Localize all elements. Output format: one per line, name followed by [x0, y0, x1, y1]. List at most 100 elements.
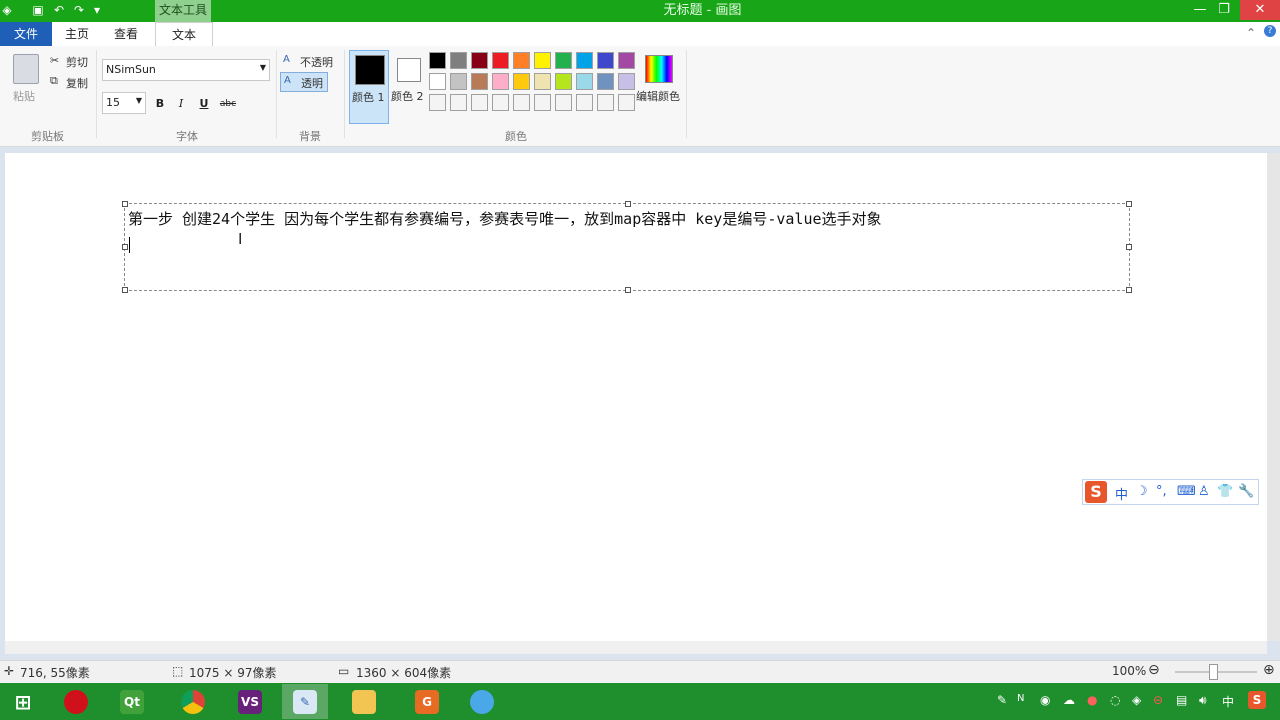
- opaque-button[interactable]: A 不透明: [282, 52, 338, 70]
- copy-button[interactable]: 复制: [66, 75, 88, 91]
- palette-color-swatch[interactable]: [429, 73, 446, 90]
- palette-color-swatch[interactable]: [576, 73, 593, 90]
- edit-colors-button[interactable]: 编辑颜色: [636, 88, 680, 104]
- collapse-ribbon-icon[interactable]: ⌃: [1246, 26, 1256, 40]
- palette-color-swatch[interactable]: [450, 52, 467, 69]
- taskbar-paint[interactable]: ✎: [282, 684, 328, 719]
- resize-handle-n[interactable]: [625, 201, 631, 207]
- palette-color-swatch[interactable]: [555, 52, 572, 69]
- color1-button[interactable]: 颜色 1: [349, 50, 389, 124]
- tab-file[interactable]: 文件: [0, 22, 52, 46]
- taskbar-wps[interactable]: G: [404, 684, 450, 719]
- palette-color-swatch[interactable]: [513, 94, 530, 111]
- paste-button[interactable]: 粘贴: [13, 88, 35, 104]
- tab-view[interactable]: 查看: [108, 22, 144, 46]
- taskbar-file-explorer[interactable]: [341, 684, 387, 719]
- palette-color-swatch[interactable]: [555, 73, 572, 90]
- edit-colors-icon[interactable]: [645, 55, 673, 83]
- tray-shield-icon[interactable]: ◈: [1132, 693, 1141, 707]
- bold-button[interactable]: B: [152, 96, 168, 112]
- color2-button[interactable]: 颜色 2: [391, 50, 425, 122]
- font-size-select[interactable]: 15 ▼: [102, 92, 146, 114]
- ime-chinese-mode[interactable]: 中: [1115, 484, 1128, 503]
- text-box[interactable]: 第一步 创建24个学生 因为每个学生都有参赛编号，参赛表号唯一，放到map容器中…: [122, 201, 1132, 293]
- resize-handle-nw[interactable]: [122, 201, 128, 207]
- resize-handle-w[interactable]: [122, 244, 128, 250]
- palette-color-swatch[interactable]: [492, 73, 509, 90]
- palette-color-swatch[interactable]: [492, 52, 509, 69]
- canvas-text[interactable]: 第一步 创建24个学生 因为每个学生都有参赛编号，参赛表号唯一，放到map容器中…: [128, 208, 882, 229]
- tray-sogou-icon[interactable]: S: [1248, 691, 1266, 709]
- tray-app-icon[interactable]: ◌: [1110, 693, 1120, 707]
- tab-text[interactable]: 文本: [155, 22, 213, 48]
- palette-color-swatch[interactable]: [555, 94, 572, 111]
- taskbar-qq[interactable]: [459, 684, 505, 719]
- palette-color-swatch[interactable]: [513, 73, 530, 90]
- font-family-select[interactable]: NSimSun ▼: [102, 59, 270, 81]
- close-button[interactable]: ✕: [1240, 0, 1280, 20]
- transparent-button[interactable]: A 透明: [280, 72, 328, 92]
- tab-home[interactable]: 主页: [60, 22, 94, 46]
- ime-user-icon[interactable]: ♙: [1198, 484, 1210, 499]
- palette-color-swatch[interactable]: [597, 52, 614, 69]
- zoom-slider-thumb[interactable]: [1209, 664, 1218, 680]
- palette-color-swatch[interactable]: [534, 52, 551, 69]
- palette-color-swatch[interactable]: [471, 73, 488, 90]
- palette-color-swatch[interactable]: [429, 94, 446, 111]
- palette-color-swatch[interactable]: [429, 52, 446, 69]
- tray-sync-icon[interactable]: ◉: [1040, 693, 1050, 707]
- clipboard-icon[interactable]: [13, 54, 39, 84]
- tray-network-icon[interactable]: N: [1017, 693, 1024, 704]
- resize-handle-sw[interactable]: [122, 287, 128, 293]
- palette-color-swatch[interactable]: [471, 94, 488, 111]
- palette-color-swatch[interactable]: [513, 52, 530, 69]
- resize-handle-s[interactable]: [625, 287, 631, 293]
- sogou-logo-icon[interactable]: S: [1085, 481, 1107, 503]
- palette-color-swatch[interactable]: [492, 94, 509, 111]
- palette-color-swatch[interactable]: [576, 94, 593, 111]
- palette-color-swatch[interactable]: [576, 52, 593, 69]
- palette-color-swatch[interactable]: [597, 94, 614, 111]
- tray-pen-icon[interactable]: ✎: [997, 693, 1007, 707]
- palette-color-swatch[interactable]: [597, 73, 614, 90]
- tray-block-icon[interactable]: ⊖: [1153, 693, 1163, 707]
- zoom-out-icon[interactable]: ⊖: [1148, 662, 1160, 678]
- vertical-scrollbar[interactable]: [1267, 153, 1280, 641]
- resize-handle-ne[interactable]: [1126, 201, 1132, 207]
- maximize-button[interactable]: ❐: [1212, 0, 1236, 20]
- palette-color-swatch[interactable]: [618, 73, 635, 90]
- help-icon[interactable]: ?: [1264, 25, 1276, 37]
- ime-punctuation-icon[interactable]: °,: [1156, 484, 1167, 499]
- palette-color-swatch[interactable]: [450, 94, 467, 111]
- strikethrough-button[interactable]: abc: [218, 96, 238, 112]
- palette-color-swatch[interactable]: [471, 52, 488, 69]
- italic-button[interactable]: I: [173, 96, 189, 112]
- tray-wifi-icon[interactable]: ▤: [1176, 693, 1187, 707]
- ime-skin-icon[interactable]: 👕: [1217, 484, 1233, 499]
- underline-button[interactable]: U: [196, 96, 212, 112]
- minimize-button[interactable]: —: [1188, 0, 1212, 20]
- resize-handle-e[interactable]: [1126, 244, 1132, 250]
- cut-button[interactable]: 剪切: [66, 54, 88, 70]
- ime-halfwidth-icon[interactable]: ☽: [1136, 484, 1148, 499]
- taskbar-qt-creator[interactable]: Qt: [109, 684, 155, 719]
- tray-volume-icon[interactable]: 🔊︎: [1199, 693, 1207, 708]
- palette-color-swatch[interactable]: [618, 52, 635, 69]
- palette-color-swatch[interactable]: [534, 73, 551, 90]
- tray-record-icon[interactable]: ●: [1087, 693, 1097, 707]
- taskbar-visual-studio[interactable]: VS: [227, 684, 273, 719]
- zoom-in-icon[interactable]: ⊕: [1263, 662, 1275, 678]
- taskbar-chrome[interactable]: [170, 684, 216, 719]
- palette-color-swatch[interactable]: [618, 94, 635, 111]
- tray-ime-indicator[interactable]: 中: [1222, 693, 1234, 710]
- palette-color-swatch[interactable]: [450, 73, 467, 90]
- tray-chat-icon[interactable]: ☁: [1063, 693, 1075, 707]
- ime-keyboard-icon[interactable]: ⌨: [1177, 484, 1196, 499]
- palette-color-swatch[interactable]: [534, 94, 551, 111]
- ime-settings-icon[interactable]: 🔧: [1238, 484, 1254, 499]
- horizontal-scrollbar[interactable]: [5, 641, 1267, 654]
- resize-handle-se[interactable]: [1126, 287, 1132, 293]
- taskbar-record-app[interactable]: [53, 684, 99, 719]
- start-button[interactable]: ⊞: [0, 684, 46, 719]
- drawing-canvas[interactable]: 第一步 创建24个学生 因为每个学生都有参赛编号，参赛表号唯一，放到map容器中…: [5, 153, 1267, 641]
